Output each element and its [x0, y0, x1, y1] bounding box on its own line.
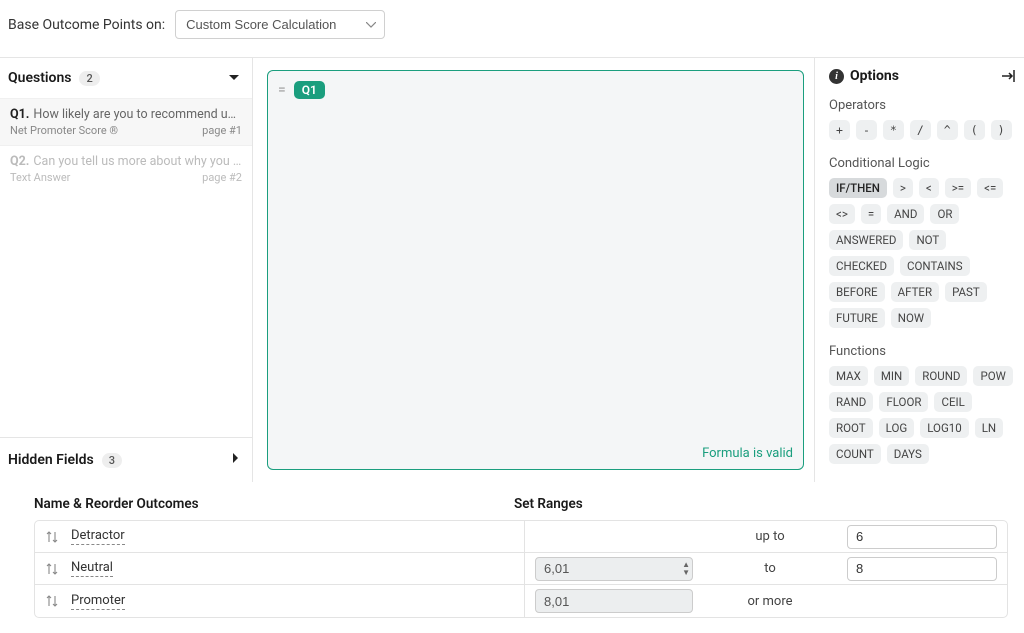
questions-panel: Questions 2 Q1. How likely are you to re…: [0, 58, 253, 482]
chip-rand[interactable]: RAND: [829, 392, 873, 412]
range-to-input[interactable]: [847, 557, 997, 581]
chip-[interactable]: >: [893, 178, 913, 198]
chip-future[interactable]: FUTURE: [829, 308, 885, 328]
question-item-q1[interactable]: Q1. How likely are you to recommend us t…: [0, 98, 252, 145]
question-number: Q2.: [10, 154, 29, 169]
outcome-name[interactable]: Detractor: [71, 528, 125, 545]
chip-[interactable]: -: [856, 120, 877, 140]
questions-count-badge: 2: [79, 71, 99, 86]
range-label-upto: up to: [699, 529, 841, 544]
outcome-row-neutral: Neutral ▲▼ to: [35, 553, 1007, 585]
chip-[interactable]: (: [964, 120, 985, 140]
chip-checked[interactable]: CHECKED: [829, 256, 894, 276]
options-title: Options: [850, 68, 899, 84]
chip-[interactable]: +: [829, 120, 850, 140]
outcomes-col2-header: Set Ranges: [514, 496, 1008, 512]
reorder-icon[interactable]: [45, 563, 59, 575]
outcomes-col1-header: Name & Reorder Outcomes: [34, 496, 514, 512]
question-title: Can you tell us more about why you chos.…: [33, 154, 242, 169]
chip-log[interactable]: LOG: [879, 418, 915, 438]
chip-days[interactable]: DAYS: [887, 444, 929, 464]
chip-[interactable]: =: [861, 204, 881, 224]
question-type: Text Answer: [10, 171, 70, 184]
chip-if-then[interactable]: IF/THEN: [829, 178, 887, 198]
chip-min[interactable]: MIN: [874, 366, 909, 386]
chip-[interactable]: ^: [937, 120, 958, 140]
header-bar: Base Outcome Points on: Custom Score Cal…: [0, 0, 1024, 58]
chip-not[interactable]: NOT: [909, 230, 946, 250]
chip-before[interactable]: BEFORE: [829, 282, 885, 302]
question-type: Net Promoter Score ®: [10, 124, 118, 137]
chip-[interactable]: *: [883, 120, 904, 140]
question-page: page #2: [202, 171, 242, 184]
question-number: Q1.: [10, 107, 29, 122]
range-label-ormore: or more: [699, 594, 841, 609]
chip-contains[interactable]: CONTAINS: [900, 256, 970, 276]
conditional-section: Conditional Logic IF/THEN><>=<=<>=ANDORA…: [829, 156, 1016, 328]
chip-ceil[interactable]: CEIL: [934, 392, 971, 412]
outcome-row-promoter: Promoter or more: [35, 585, 1007, 617]
functions-section: Functions MAX MIN ROUND POW RAND FLOOR CEIL ROO…: [829, 344, 1016, 464]
hidden-fields-count-badge: 3: [102, 453, 122, 468]
conditional-title: Conditional Logic: [829, 156, 1016, 171]
functions-title: Functions: [829, 344, 1016, 359]
chip-and[interactable]: AND: [887, 204, 924, 224]
chip-floor[interactable]: FLOOR: [879, 392, 928, 412]
chip-answered[interactable]: ANSWERED: [829, 230, 903, 250]
expand-panel-icon[interactable]: [1000, 69, 1016, 83]
formula-token-q1[interactable]: Q1: [294, 81, 325, 99]
equals-icon: =: [278, 82, 286, 98]
range-from-input[interactable]: [535, 589, 693, 613]
operators-section: Operators +-* / ^ (): [829, 98, 1016, 140]
chip-now[interactable]: NOW: [891, 308, 931, 328]
range-from-input[interactable]: [535, 557, 693, 581]
outcome-row-detractor: Detractor up to: [35, 521, 1007, 553]
chip-log10[interactable]: LOG10: [920, 418, 969, 438]
chip-pow[interactable]: POW: [973, 366, 1012, 386]
outcomes-table: Detractor up to Neutral ▲▼: [34, 520, 1008, 618]
chip-past[interactable]: PAST: [945, 282, 987, 302]
outcome-name[interactable]: Promoter: [71, 593, 125, 610]
formula-editor[interactable]: = Q1 Formula is valid: [267, 70, 804, 470]
base-points-select[interactable]: Custom Score Calculation: [175, 10, 385, 39]
questions-title: Questions: [8, 70, 71, 86]
chevron-down-icon[interactable]: [228, 70, 240, 86]
chip-root[interactable]: ROOT: [829, 418, 873, 438]
chip-max[interactable]: MAX: [829, 366, 868, 386]
chevron-right-icon[interactable]: [232, 452, 240, 468]
chip-[interactable]: <>: [829, 204, 855, 224]
info-icon: i: [829, 69, 844, 84]
options-panel: i Options Operators +-* / ^ () Conditional …: [814, 58, 1024, 482]
main-area: Questions 2 Q1. How likely are you to re…: [0, 58, 1024, 482]
chip-or[interactable]: OR: [930, 204, 959, 224]
reorder-icon[interactable]: [45, 595, 59, 607]
question-page: page #1: [202, 124, 242, 137]
reorder-icon[interactable]: [45, 531, 59, 543]
chip-[interactable]: <=: [977, 178, 1003, 198]
questions-header[interactable]: Questions 2: [0, 58, 252, 98]
range-to-input[interactable]: [847, 525, 997, 549]
chip-round[interactable]: ROUND: [915, 366, 967, 386]
hidden-fields-header[interactable]: Hidden Fields 3: [0, 437, 252, 482]
question-title: How likely are you to recommend us to a …: [33, 107, 242, 122]
operators-title: Operators: [829, 98, 1016, 113]
formula-panel: = Q1 Formula is valid: [253, 58, 814, 482]
range-label-to: to: [699, 561, 841, 576]
outcomes-area: Name & Reorder Outcomes Set Ranges Detra…: [0, 482, 1024, 618]
chip-ln[interactable]: LN: [975, 418, 1003, 438]
formula-status: Formula is valid: [702, 446, 793, 461]
base-points-label: Base Outcome Points on:: [8, 17, 165, 33]
chip-[interactable]: <: [919, 178, 939, 198]
chip-after[interactable]: AFTER: [891, 282, 939, 302]
chip-[interactable]: >=: [945, 178, 971, 198]
question-item-q2[interactable]: Q2. Can you tell us more about why you c…: [0, 145, 252, 192]
hidden-fields-title: Hidden Fields: [8, 452, 94, 468]
chip-[interactable]: /: [910, 120, 931, 140]
chip-count[interactable]: COUNT: [829, 444, 881, 464]
stepper-icon[interactable]: ▲▼: [682, 559, 690, 579]
chip-[interactable]: ): [991, 120, 1012, 140]
outcome-name[interactable]: Neutral: [71, 560, 113, 577]
